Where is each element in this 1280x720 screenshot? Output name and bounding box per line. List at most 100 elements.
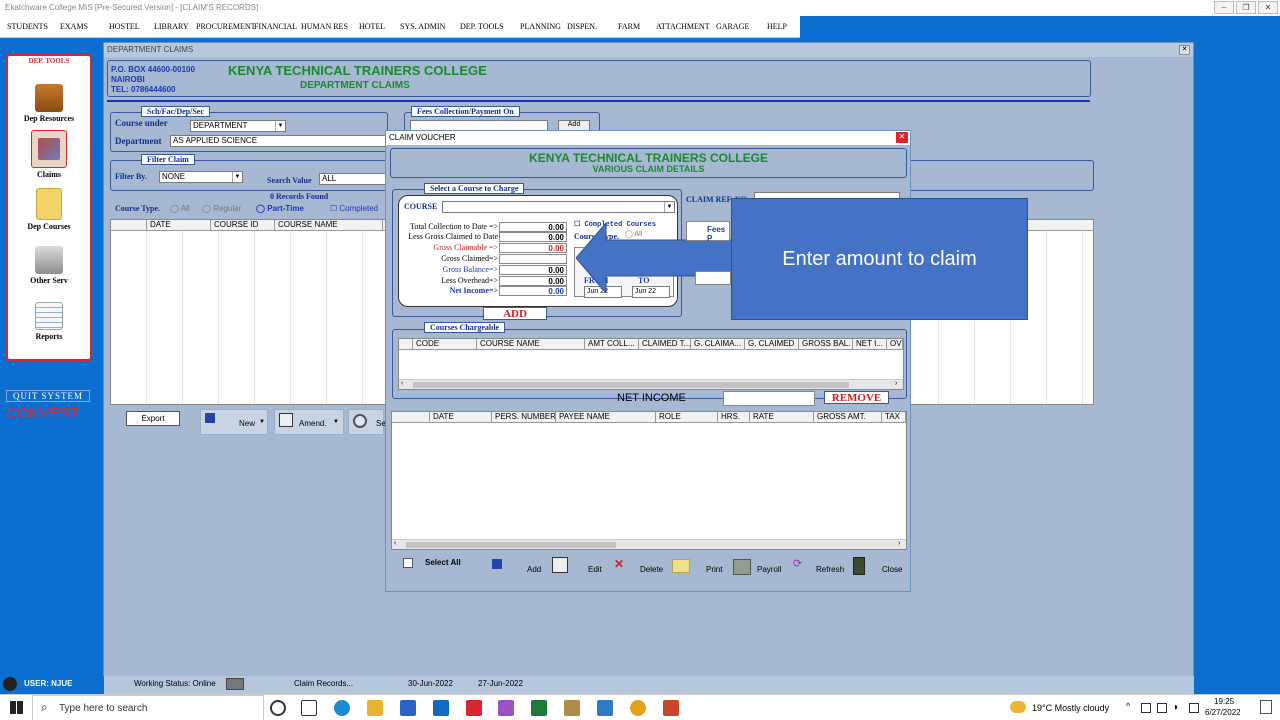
department-field[interactable]: AS APPLIED SCIENCE — [170, 135, 386, 147]
column-header[interactable]: AMT COLL... — [585, 339, 639, 350]
filter-by-select[interactable]: NONE ▼ — [159, 171, 243, 183]
gross-claimed-input[interactable] — [499, 254, 567, 264]
minimize-button[interactable]: – — [1214, 1, 1234, 14]
scroll-thumb[interactable] — [413, 382, 849, 388]
column-header[interactable]: PERS. NUMBER — [492, 412, 556, 423]
payroll-button[interactable]: Payroll — [731, 557, 785, 579]
menu-financial[interactable]: FINANCIAL — [254, 22, 297, 31]
horizontal-scrollbar[interactable]: ‹ › — [399, 379, 903, 389]
menu-help[interactable]: HELP — [767, 22, 787, 31]
total-collection-value[interactable]: 0.00 — [499, 222, 567, 232]
sidebar-item-dep-resources[interactable]: Dep Resources — [8, 84, 90, 123]
powerpoint-icon[interactable] — [663, 700, 679, 716]
cortana-icon[interactable] — [270, 700, 286, 716]
column-header[interactable]: OVE — [887, 339, 903, 350]
fees-tab[interactable]: Fees P — [686, 221, 730, 243]
select-all-checkbox[interactable] — [403, 558, 413, 568]
search-value-field[interactable]: ALL — [319, 173, 389, 185]
column-header[interactable]: COURSE ID — [211, 220, 275, 231]
column-header[interactable]: DATE — [147, 220, 211, 231]
scroll-thumb[interactable] — [406, 542, 616, 548]
column-header[interactable]: COURSE NAME — [477, 339, 585, 350]
add-course-button[interactable]: ADD — [483, 307, 547, 320]
file-explorer-icon[interactable] — [367, 700, 383, 716]
column-header[interactable]: CODE — [413, 339, 477, 350]
tray-icon-2[interactable] — [1157, 703, 1167, 713]
tray-icon-3[interactable] — [1189, 703, 1199, 713]
taskbar-search-box[interactable]: ⌕ Type here to search — [32, 695, 264, 720]
menu-procurement[interactable]: PROCUREMENT — [196, 22, 256, 31]
app-tools-icon[interactable] — [564, 700, 580, 716]
courses-chargeable-grid[interactable]: CODE COURSE NAME AMT COLL... CLAIMED T..… — [398, 338, 904, 390]
edge-icon[interactable] — [334, 700, 350, 716]
chevron-up-icon[interactable]: ^ — [1126, 701, 1130, 711]
scroll-left-icon[interactable]: ‹ — [401, 380, 403, 387]
menu-planning[interactable]: PLANNING — [520, 22, 561, 31]
payees-grid[interactable]: DATE PERS. NUMBER PAYEE NAME ROLE HRS. R… — [391, 411, 907, 550]
radio-regular[interactable]: ◯ Regular — [202, 204, 241, 213]
menu-garage[interactable]: GARAGE — [716, 22, 749, 31]
menu-farm[interactable]: FARM — [618, 22, 640, 31]
search-button[interactable]: Se — [348, 409, 386, 435]
menu-library[interactable]: LIBRARY — [154, 22, 189, 31]
column-header[interactable]: NET I... — [853, 339, 887, 350]
menu-sys-admin[interactable]: SYS. ADMIN — [400, 22, 445, 31]
print-button[interactable]: Print — [670, 557, 726, 579]
column-header[interactable]: ROLE — [656, 412, 718, 423]
menu-dep-tools[interactable]: DEP. TOOLS — [460, 22, 504, 31]
course-select[interactable]: ▼ — [442, 201, 675, 213]
app-v-icon[interactable] — [466, 700, 482, 716]
radio-part-time[interactable]: ◯ Part-Time — [256, 204, 304, 213]
column-header[interactable]: G. CLAIMED — [745, 339, 799, 350]
gross-claimable-value[interactable]: 0.00 — [499, 243, 567, 253]
column-header[interactable]: RATE — [750, 412, 814, 423]
sidebar-item-dep-courses[interactable]: Dep Courses — [8, 188, 90, 231]
refresh-button[interactable]: ⟳ Refresh — [791, 557, 847, 579]
column-header[interactable]: DATE — [430, 412, 492, 423]
app-purple-icon[interactable] — [498, 700, 514, 716]
menu-hotel[interactable]: HOTEL — [359, 22, 385, 31]
chrome-icon[interactable] — [630, 700, 646, 716]
notification-icon[interactable] — [1260, 700, 1272, 714]
scroll-right-icon[interactable]: › — [898, 540, 900, 547]
horizontal-scrollbar[interactable]: ‹ › — [392, 539, 906, 549]
sidebar-item-claims[interactable]: Claims — [8, 130, 90, 179]
scroll-left-icon[interactable]: ‹ — [394, 540, 396, 547]
menu-human-res[interactable]: HUMAN RES — [301, 22, 348, 31]
remove-button[interactable]: REMOVE — [824, 391, 889, 404]
menu-dispen[interactable]: DISPEN. — [567, 22, 597, 31]
windows-start-icon[interactable] — [10, 701, 23, 714]
gross-balance-value[interactable]: 0.00 — [499, 265, 567, 275]
less-overhead-value[interactable]: 0.00 — [499, 276, 567, 286]
store-icon[interactable] — [400, 700, 416, 716]
close-window-button[interactable]: ✕ — [1258, 1, 1278, 14]
quit-system-button[interactable]: QUIT SYSTEM — [6, 390, 90, 402]
app-desktop-icon[interactable] — [597, 700, 613, 716]
sidebar-item-reports[interactable]: Reports — [8, 302, 90, 341]
column-header[interactable]: PAYEE NAME — [556, 412, 656, 423]
dialog-close-icon[interactable]: ✕ — [896, 132, 908, 143]
scroll-right-icon[interactable]: › — [895, 380, 897, 387]
add-button[interactable]: Add — [489, 557, 545, 579]
new-button[interactable]: New ▼ — [200, 409, 268, 435]
menu-attachment[interactable]: ATTACHMENT — [656, 22, 710, 31]
column-header[interactable]: HRS. — [718, 412, 750, 423]
maximize-button[interactable]: ❐ — [1236, 1, 1256, 14]
checkbox-completed[interactable]: ☐ Completed — [330, 204, 378, 213]
task-view-icon[interactable] — [301, 700, 317, 716]
net-income-value[interactable]: 0.00 — [499, 286, 567, 296]
amend-button[interactable]: Amend. ▼ — [274, 409, 344, 435]
column-header[interactable]: GROSS BAL. — [799, 339, 853, 350]
tray-icon-1[interactable] — [1141, 703, 1151, 713]
export-button[interactable]: Export — [126, 411, 180, 426]
column-header[interactable]: G. CLAIMA... — [691, 339, 745, 350]
menu-students[interactable]: STUDENTS — [7, 22, 48, 31]
gross-claimed-to-date-value[interactable]: 0.00 — [499, 232, 567, 242]
column-header[interactable]: CLAIMED T... — [639, 339, 691, 350]
mail-icon[interactable] — [433, 700, 449, 716]
excel-icon[interactable] — [531, 700, 547, 716]
main-close-icon[interactable]: ✕ — [1179, 45, 1190, 55]
volume-icon[interactable]: ◗ — [1173, 702, 1179, 713]
delete-button[interactable]: ✕ Delete — [612, 557, 666, 579]
convert-button[interactable]: CONVERT — [6, 405, 79, 422]
